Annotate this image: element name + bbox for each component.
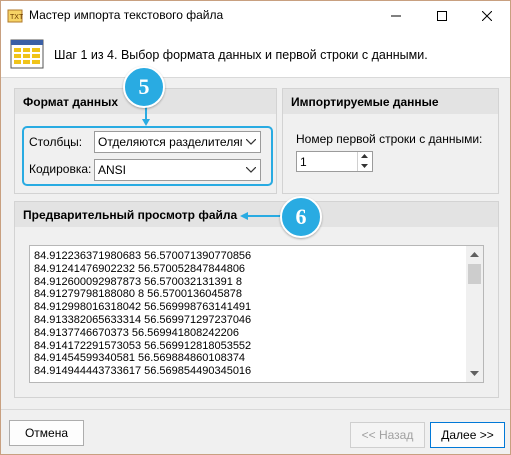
columns-label: Столбцы: — [29, 135, 83, 149]
preview-line: 84.913382065633314 56.569971297237046 — [34, 313, 252, 326]
maximize-button[interactable] — [419, 1, 465, 31]
scroll-up-button[interactable] — [466, 246, 483, 263]
spin-buttons — [357, 152, 372, 171]
columns-select[interactable]: Отделяются разделителями — [94, 131, 261, 153]
scroll-thumb[interactable] — [468, 264, 481, 284]
file-preview-title: Предварительный просмотр файла — [23, 208, 238, 222]
cancel-button[interactable]: Отмена — [9, 420, 84, 446]
imported-data-title: Импортируемые данные — [291, 95, 439, 109]
triangle-up-icon — [361, 154, 368, 158]
preview-line: 84.912236371980683 56.570071390770856 — [34, 250, 252, 262]
triangle-down-icon — [361, 164, 368, 168]
columns-dropdown-arrow[interactable] — [242, 132, 260, 152]
next-button[interactable]: Далее >> — [430, 422, 505, 448]
spin-down-button[interactable] — [358, 162, 372, 171]
back-button[interactable]: << Назад — [350, 422, 425, 448]
title-bar: TXT Мастер импорта текстового файла — [1, 1, 510, 31]
first-row-value: 1 — [300, 155, 307, 169]
callout-badge-5: 5 — [123, 66, 165, 108]
svg-text:TXT: TXT — [10, 14, 23, 21]
scroll-down-button[interactable] — [466, 365, 483, 382]
triangle-up-icon — [470, 252, 479, 257]
encoding-label: Кодировка: — [29, 162, 92, 176]
chevron-down-icon — [246, 167, 256, 173]
preview-line: 84.91454599340581 56.569884860108374 — [34, 352, 246, 365]
import-wizard-window: TXT Мастер импорта текстового файла Шаг … — [0, 0, 511, 455]
spin-up-button[interactable] — [358, 152, 372, 161]
callout-badge-6: 6 — [280, 196, 322, 238]
preview-scrollbar[interactable] — [466, 246, 483, 382]
data-format-title: Формат данных — [23, 95, 119, 109]
close-icon — [482, 11, 492, 21]
preview-line: 84.914944443733617 56.569854490345016 — [34, 365, 252, 378]
columns-select-value: Отделяются разделителями — [98, 135, 255, 149]
preview-line: 84.91279798188080 8 56.5700136045878 — [34, 288, 242, 301]
first-row-spinbox[interactable]: 1 — [296, 151, 373, 172]
preview-line: 84.912998016318042 56.569998763141491 — [34, 301, 252, 314]
encoding-select-value: ANSI — [98, 163, 127, 177]
maximize-icon — [437, 11, 447, 21]
footer-separator — [1, 409, 510, 410]
badge-6-arrow-icon — [240, 212, 283, 220]
preview-lines: 84.912236371980683 56.570071390770856 84… — [34, 250, 251, 378]
preview-line: 84.914172291573053 56.569912818053552 — [34, 339, 252, 352]
step-description: Шаг 1 из 4. Выбор формата данных и перво… — [54, 48, 428, 62]
minimize-button[interactable] — [373, 1, 419, 31]
chevron-down-icon — [246, 139, 256, 145]
preview-line: 84.912600092987873 56.570032131391 8 — [34, 275, 242, 288]
wizard-step-icon — [10, 39, 44, 69]
minimize-icon — [391, 15, 401, 17]
preview-line: 84.9137746670373 56.569941808242206 — [34, 326, 239, 339]
encoding-select[interactable]: ANSI — [94, 159, 261, 181]
encoding-dropdown-arrow[interactable] — [242, 160, 260, 180]
window-title: Мастер импорта текстового файла — [29, 8, 224, 22]
close-button[interactable] — [464, 1, 510, 31]
preview-line: 84.91241476902232 56.570052847844806 — [34, 262, 246, 275]
file-preview-box[interactable]: 84.912236371980683 56.570071390770856 84… — [29, 245, 484, 383]
imported-data-header: Импортируемые данные — [283, 89, 498, 114]
text-import-app-icon: TXT — [7, 9, 23, 23]
first-row-label: Номер первой строки с данными: — [296, 132, 483, 146]
triangle-down-icon — [470, 371, 479, 376]
